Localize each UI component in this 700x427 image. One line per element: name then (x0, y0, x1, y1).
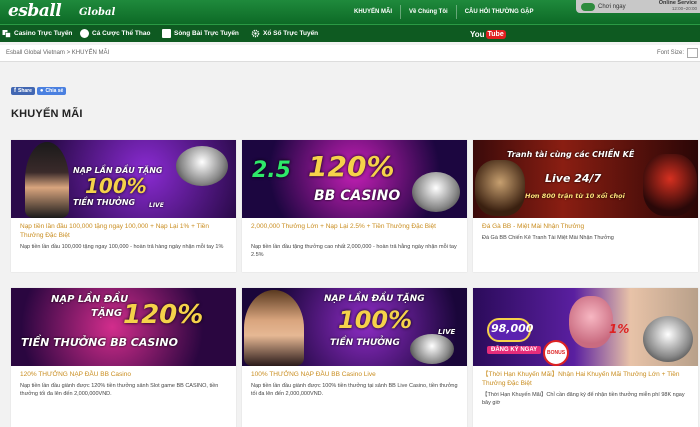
nav-live-casino-label: Sòng Bài Trực Tuyến (174, 30, 239, 37)
host-photo (244, 290, 304, 366)
breadcrumb-bar: Esball Global Vietnam > KHUYẾN MÃI Font … (0, 45, 700, 62)
promo-title[interactable]: Nạp tiền lần đầu 100,000 tặng ngay 100,0… (20, 222, 230, 240)
banner-percent: 120% (308, 150, 395, 183)
pig-mascot-image (569, 296, 613, 348)
messenger-icon: ● (39, 88, 44, 94)
banner-line: TIỀN THƯỞNG (73, 198, 136, 207)
banner-live: LIVE (149, 202, 164, 209)
main-nav: Casino Trực Tuyến Cá Cược Thể Thao Sòng … (0, 24, 700, 42)
promo-description: Nạp tiền lần đầu 100,000 tặng ngay 100,0… (20, 244, 224, 250)
promo-banner[interactable]: NẠP LẦN ĐẦU TẶNG 120% TIỀN THƯỞNG BB CAS… (11, 288, 236, 366)
play-now-box[interactable]: Chơi ngay Online Service 12:00~20:00 (576, 0, 700, 13)
dice-bowl-image (176, 146, 228, 186)
nav-sports[interactable]: Cá Cược Thể Thao (80, 25, 150, 42)
banner-percent: 1% (609, 322, 630, 336)
promo-title[interactable]: 120% THƯỞNG NẠP ĐẦU BB Casino (20, 370, 230, 379)
soccer-ball-icon (80, 29, 89, 38)
youtube-tube: Tube (485, 29, 506, 39)
esball-logo[interactable]: esball (8, 1, 62, 21)
banner-deco-number: 2.5 (252, 158, 291, 183)
facebook-icon: f (14, 88, 16, 94)
promo-card[interactable]: 2.5 120% BB CASINO 2,000,000 Thưởng Lớn … (242, 140, 467, 272)
breadcrumb: Esball Global Vietnam > KHUYẾN MÃI (6, 50, 109, 56)
rooster-right-image (643, 154, 697, 216)
online-service-hours: 12:00~20:00 (671, 6, 697, 11)
share-buttons: f Share ● Chia sẻ (11, 87, 68, 95)
promo-card[interactable]: NẠP LẦN ĐẦU TẶNG 100% TIỀN THƯỞNG LIVE N… (11, 140, 236, 272)
promo-banner[interactable]: Tranh tài cùng các CHIẾN KÊ Live 24/7 Hơ… (473, 140, 698, 218)
promo-description: Nạp tiền lần đầu tặng thưởng cao nhất 2,… (251, 244, 457, 258)
bonus-seal: BONUS (543, 340, 569, 366)
dice-icon (2, 29, 11, 38)
promo-description: Nạp tiền lần đầu giành được 100% tiền th… (251, 383, 458, 397)
banner-line: TẶNG (91, 308, 123, 319)
gear-icon (251, 29, 260, 38)
dice-square-icon (162, 29, 171, 38)
nav-live-casino[interactable]: Sòng Bài Trực Tuyến (162, 25, 239, 42)
dice-bowl-image (643, 316, 693, 362)
promo-banner[interactable]: 2.5 120% BB CASINO (242, 140, 467, 218)
dice-bowl-image (412, 172, 460, 212)
register-now-badge: ĐĂNG KÝ NGAY (487, 346, 542, 354)
nav-khuyen-mai[interactable]: KHUYẾN MÃI (346, 9, 400, 15)
font-size-label: Font Size: (656, 50, 684, 56)
page-title: KHUYẾN MÃI (11, 108, 83, 120)
banner-line: NẠP LẦN ĐẦU TẶNG (324, 294, 425, 304)
nav-faq[interactable]: CÂU HỎI THƯỜNG GẶP (457, 9, 542, 15)
nav-lottery[interactable]: Xổ Số Trực Tuyến (251, 25, 318, 42)
banner-line: BB CASINO (314, 188, 401, 204)
banner-percent: 120% (123, 300, 204, 330)
font-size-select[interactable] (687, 48, 698, 58)
host-photo (25, 142, 69, 218)
promo-card[interactable]: 98,000 ĐĂNG KÝ NGAY BONUS 1% 【Thời Hạn K… (473, 288, 698, 427)
promo-card[interactable]: NẠP LẦN ĐẦU TẶNG 100% TIỀN THƯỞNG LIVE 1… (242, 288, 467, 427)
rooster-left-image (475, 160, 525, 216)
nav-casino[interactable]: Casino Trực Tuyến (2, 25, 72, 42)
promo-description: Đá Gà BB Chiến Kê Tranh Tài Miệt Mài Nhậ… (482, 235, 614, 241)
banner-amount: 98,000 (491, 322, 534, 335)
banner-line: Live 24/7 (545, 172, 602, 185)
logo-subtitle: Global (79, 7, 116, 18)
banner-percent: 100% (338, 306, 413, 334)
cloud-icon (581, 2, 595, 11)
nav-sports-label: Cá Cược Thể Thao (92, 30, 151, 37)
promo-banner[interactable]: NẠP LẦN ĐẦU TẶNG 100% TIỀN THƯỞNG LIVE (11, 140, 236, 218)
breadcrumb-separator: > (66, 50, 71, 56)
chia-se-label: Chia sẻ (45, 88, 64, 94)
font-size-control: Font Size: (657, 48, 698, 58)
promo-title[interactable]: 2,000,000 Thưởng Lớn + Nạp Lại 2.5% + Ti… (251, 222, 461, 231)
top-nav: KHUYẾN MÃI Về Chúng Tôi CÂU HỎI THƯỜNG G… (346, 0, 541, 24)
promo-banner[interactable]: 98,000 ĐĂNG KÝ NGAY BONUS 1% (473, 288, 698, 366)
promo-card[interactable]: NẠP LẦN ĐẦU TẶNG 120% TIỀN THƯỞNG BB CAS… (11, 288, 236, 427)
banner-line: Tranh tài cùng các CHIẾN KÊ (507, 150, 635, 159)
nav-lottery-label: Xổ Số Trực Tuyến (263, 30, 319, 37)
banner-line: NẠP LẦN ĐẦU (51, 294, 129, 305)
breadcrumb-current: KHUYẾN MÃI (71, 50, 110, 56)
banner-line: Hơn 800 trận từ 10 xổi chọi (525, 192, 625, 200)
nav-casino-label: Casino Trực Tuyến (14, 30, 73, 37)
share-label: Share (18, 88, 32, 94)
promo-title[interactable]: Đá Gà BB - Miệt Mài Nhận Thưởng (482, 222, 692, 231)
youtube-link[interactable]: You Tube (470, 28, 506, 40)
top-header: esball Global KHUYẾN MÃI Về Chúng Tôi CÂ… (0, 0, 700, 24)
promo-title[interactable]: 100% THƯỞNG NẠP ĐẦU BB Casino Live (251, 370, 461, 379)
promo-card[interactable]: Tranh tài cùng các CHIẾN KÊ Live 24/7 Hơ… (473, 140, 698, 272)
nav-ve-chung-toi[interactable]: Về Chúng Tôi (401, 9, 456, 15)
promo-description: 【Thời Hạn Khuyến Mãi】Chỉ cần đăng ký để … (482, 392, 685, 406)
banner-line: TIỀN THƯỞNG BB CASINO (21, 336, 178, 349)
youtube-you: You (470, 29, 485, 39)
facebook-share-button[interactable]: f Share (11, 87, 35, 95)
breadcrumb-home[interactable]: Esball Global Vietnam (6, 50, 65, 56)
online-service[interactable]: Online Service 12:00~20:00 (659, 0, 697, 11)
promo-description: Nạp tiền lần đầu giành được 120% tiền th… (20, 383, 219, 397)
messenger-share-button[interactable]: ● Chia sẻ (36, 87, 67, 95)
dice-bowl-image (410, 334, 454, 364)
banner-percent: 100% (85, 174, 147, 198)
promo-title[interactable]: 【Thời Hạn Khuyến Mãi】Nhận Hai Khuyến Mãi… (482, 370, 692, 388)
play-now-label[interactable]: Chơi ngay (598, 4, 626, 10)
banner-line: TIỀN THƯỞNG (330, 338, 400, 348)
promo-banner[interactable]: NẠP LẦN ĐẦU TẶNG 100% TIỀN THƯỞNG LIVE (242, 288, 467, 366)
